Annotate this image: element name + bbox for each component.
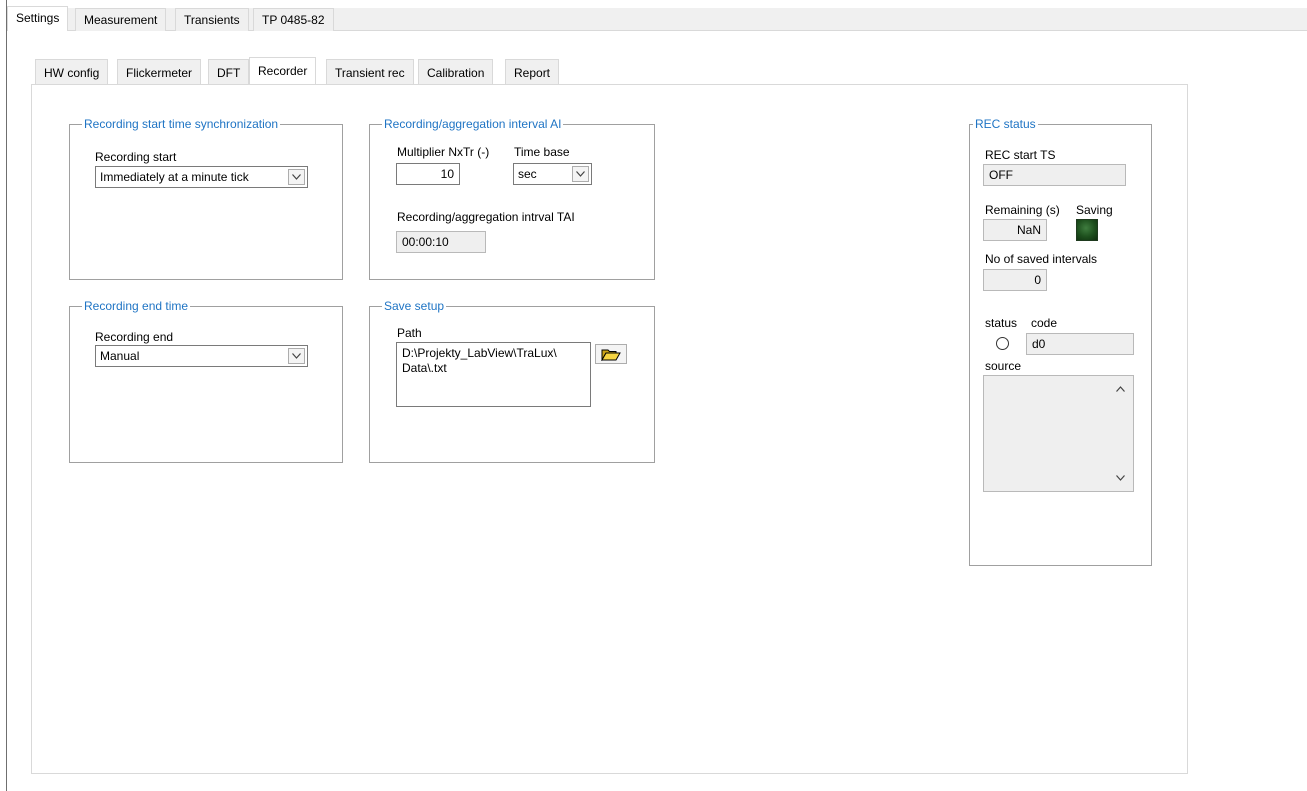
status-indicator bbox=[996, 337, 1009, 350]
save-group: Save setup Path D:\Projekty_LabView\TraL… bbox=[369, 299, 655, 463]
source-textbox bbox=[983, 375, 1134, 492]
time-base-select[interactable]: sec bbox=[513, 163, 592, 185]
code-label: code bbox=[1031, 316, 1058, 330]
subtab-transient-rec[interactable]: Transient rec bbox=[326, 59, 414, 85]
rec-status-title: REC status bbox=[973, 117, 1038, 131]
chevron-down-icon[interactable] bbox=[1113, 471, 1127, 485]
subtab-calibration[interactable]: Calibration bbox=[418, 59, 494, 85]
remaining-label: Remaining (s) bbox=[985, 203, 1060, 217]
time-base-value: sec bbox=[518, 167, 537, 181]
source-label: source bbox=[985, 359, 1022, 373]
browse-button[interactable] bbox=[595, 344, 627, 364]
recording-start-select[interactable]: Immediately at a minute tick bbox=[95, 166, 308, 188]
recording-end-value: Manual bbox=[100, 349, 140, 363]
multiplier-label: Multiplier NxTr (-) bbox=[397, 145, 490, 159]
interval-group: Recording/aggregation interval AI Multip… bbox=[369, 117, 655, 280]
subtab-flickermeter[interactable]: Flickermeter bbox=[117, 59, 202, 85]
rec-start-ts-label: REC start TS bbox=[985, 148, 1056, 162]
chevron-down-icon[interactable] bbox=[572, 166, 589, 182]
window-left-border bbox=[6, 0, 7, 791]
code-indicator: d0 bbox=[1026, 333, 1134, 355]
folder-open-icon bbox=[601, 349, 621, 361]
recording-end-label: Recording end bbox=[95, 330, 174, 344]
save-group-title: Save setup bbox=[382, 299, 447, 313]
subtab-recorder[interactable]: Recorder bbox=[249, 57, 317, 86]
rec-start-ts-indicator: OFF bbox=[983, 164, 1126, 186]
recording-start-value: Immediately at a minute tick bbox=[100, 170, 249, 184]
sync-group-title: Recording start time synchronization bbox=[82, 117, 281, 131]
saved-intervals-label: No of saved intervals bbox=[985, 252, 1098, 266]
chevron-down-icon[interactable] bbox=[288, 348, 305, 364]
interval-group-title: Recording/aggregation interval AI bbox=[382, 117, 564, 131]
interval-tai-indicator: 00:00:10 bbox=[396, 231, 486, 253]
subtab-report[interactable]: Report bbox=[505, 59, 560, 85]
recording-end-select[interactable]: Manual bbox=[95, 345, 308, 367]
saving-label: Saving bbox=[1076, 203, 1113, 217]
saved-intervals-indicator: 0 bbox=[983, 269, 1047, 291]
end-group: Recording end time Recording end Manual bbox=[69, 299, 343, 463]
top-tab-strip: Settings Measurement Transients TP 0485-… bbox=[7, 6, 1307, 31]
end-group-title: Recording end time bbox=[82, 299, 191, 313]
recording-start-label: Recording start bbox=[95, 150, 177, 164]
path-field[interactable]: D:\Projekty_LabView\TraLux\ Data\.txt bbox=[396, 342, 591, 407]
tab-settings[interactable]: Settings bbox=[7, 6, 69, 31]
rec-status-group: REC status REC start TS OFF Remaining (s… bbox=[969, 117, 1152, 566]
tab-transients[interactable]: Transients bbox=[175, 8, 249, 31]
subtab-dft[interactable]: DFT bbox=[208, 59, 250, 85]
saving-led bbox=[1076, 219, 1098, 241]
interval-tai-label: Recording/aggregation intrval TAI bbox=[397, 210, 575, 224]
tab-tp-0485-82[interactable]: TP 0485-82 bbox=[253, 8, 334, 31]
subtab-hw-config[interactable]: HW config bbox=[35, 59, 109, 85]
time-base-label: Time base bbox=[514, 145, 570, 159]
remaining-indicator: NaN bbox=[983, 219, 1047, 241]
chevron-up-icon[interactable] bbox=[1113, 382, 1127, 396]
status-label: status bbox=[985, 316, 1018, 330]
path-label: Path bbox=[397, 326, 422, 340]
path-line-1: D:\Projekty_LabView\TraLux\ bbox=[402, 346, 557, 360]
tab-measurement[interactable]: Measurement bbox=[75, 8, 167, 31]
path-line-2: Data\.txt bbox=[402, 361, 447, 375]
multiplier-field[interactable]: 10 bbox=[396, 163, 460, 185]
sync-group: Recording start time synchronization Rec… bbox=[69, 117, 343, 280]
chevron-down-icon[interactable] bbox=[288, 169, 305, 185]
